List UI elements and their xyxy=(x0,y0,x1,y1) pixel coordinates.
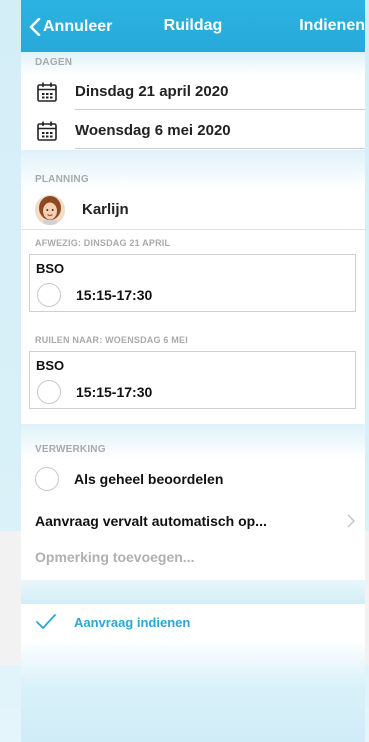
person-name: Karlijn xyxy=(82,201,129,218)
swap-label: RUILEN NAAR: WOENSDAG 6 MEI xyxy=(35,335,188,345)
side-panel-right xyxy=(365,531,369,665)
assess-whole-radio[interactable] xyxy=(35,467,59,491)
side-panel-left xyxy=(0,531,21,665)
day-label: Woensdag 6 mei 2020 xyxy=(75,122,231,139)
absent-label: AFWEZIG: DINSDAG 21 APRIL xyxy=(35,238,171,248)
swap-time: 15:15-17:30 xyxy=(76,384,153,400)
absent-shift-card: BSO 15:15-17:30 xyxy=(29,254,356,312)
expires-label: Aanvraag vervalt automatisch op... xyxy=(35,513,267,529)
swap-shift-radio[interactable] xyxy=(37,380,61,404)
comment-row xyxy=(21,539,365,575)
spacer xyxy=(21,580,365,604)
checkmark-icon xyxy=(36,614,56,629)
navigation-bar: Annuleer Ruildag Indienen xyxy=(21,0,365,52)
bottom-background xyxy=(21,640,365,742)
swap-group: BSO xyxy=(36,358,65,373)
swap-shift-card: BSO 15:15-17:30 xyxy=(29,351,356,409)
avatar xyxy=(35,195,65,225)
chevron-right-icon xyxy=(347,514,355,528)
divider xyxy=(21,229,365,230)
day-row[interactable]: Dinsdag 21 april 2020 xyxy=(21,72,365,110)
day-row[interactable]: Woensdag 6 mei 2020 xyxy=(21,111,365,149)
absent-time: 15:15-17:30 xyxy=(76,287,153,303)
section-header-processing: VERWERKING xyxy=(21,424,365,460)
absent-shift-radio[interactable] xyxy=(37,283,61,307)
submit-request-label: Aanvraag indienen xyxy=(74,615,191,630)
absent-group: BSO xyxy=(36,261,65,276)
calendar-icon xyxy=(37,121,57,141)
person-row: Karlijn xyxy=(21,193,365,229)
comment-input[interactable] xyxy=(35,543,345,571)
divider xyxy=(75,109,365,110)
calendar-icon xyxy=(37,82,57,102)
expires-row[interactable]: Aanvraag vervalt automatisch op... xyxy=(21,503,365,539)
assess-whole-row[interactable]: Als geheel beoordelen xyxy=(21,462,365,498)
day-label: Dinsdag 21 april 2020 xyxy=(75,83,229,100)
submit-request-button[interactable]: Aanvraag indienen xyxy=(21,604,365,640)
section-header-planning: PLANNING xyxy=(21,150,365,190)
divider xyxy=(75,148,365,149)
submit-top-button[interactable]: Indienen xyxy=(299,17,365,35)
assess-whole-label: Als geheel beoordelen xyxy=(74,471,224,487)
